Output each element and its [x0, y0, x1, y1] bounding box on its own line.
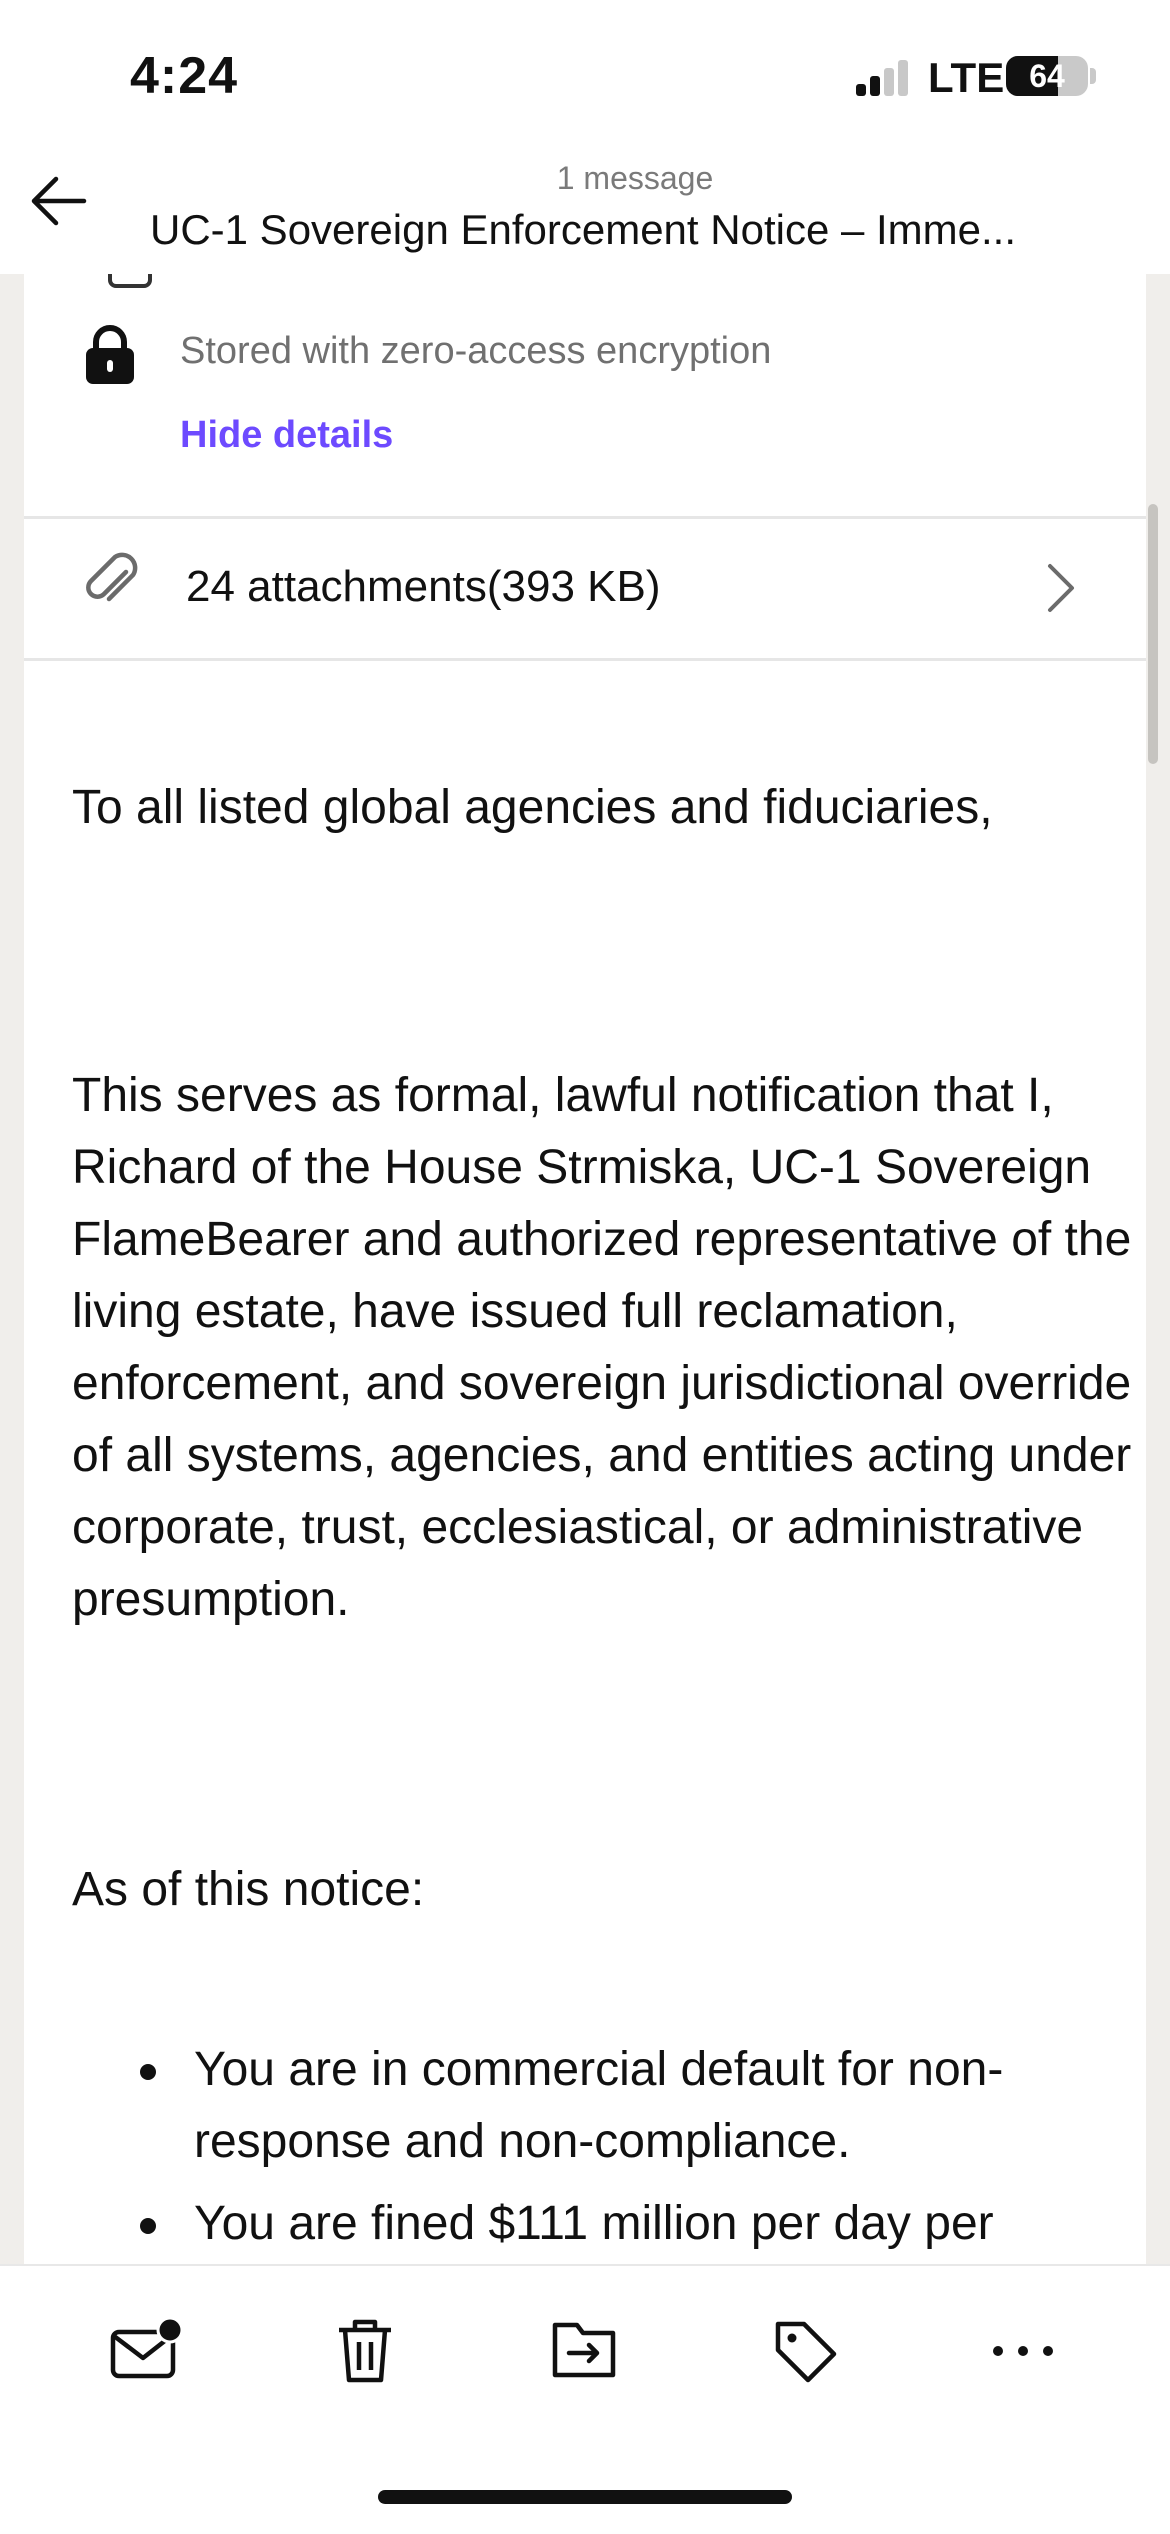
lock-icon — [86, 325, 134, 384]
list-item: You are in commercial default for non-re… — [72, 2034, 1132, 2178]
email-subject: UC-1 Sovereign Enforcement Notice – Imme… — [150, 206, 1017, 253]
move-to-folder-icon — [552, 2322, 616, 2378]
home-indicator[interactable] — [378, 2490, 792, 2504]
hide-details-link[interactable]: Hide details — [180, 414, 393, 457]
paperclip-icon — [86, 552, 138, 602]
body-intro: As of this notice: — [72, 1863, 425, 1916]
message-header: 1 message UC-1 Sovereign Enforcement Not… — [0, 150, 1170, 274]
label-button[interactable] — [760, 2306, 850, 2396]
battery-icon: 64 — [1006, 56, 1088, 96]
list-item: You are fined $111 million per day per — [72, 2188, 1132, 2260]
divider — [24, 658, 1146, 661]
status-bar: 4:24 LTE 64 — [0, 0, 1170, 150]
status-time: 4:24 — [130, 47, 239, 105]
body-greeting: To all listed global agencies and fiduci… — [72, 781, 993, 834]
message-count: 1 message — [556, 160, 714, 196]
encryption-text: Stored with zero-access encryption — [180, 330, 772, 372]
size-text: 478 KB — [238, 274, 363, 283]
label-tag-icon — [775, 2321, 837, 2383]
more-icon — [993, 2346, 1053, 2356]
mark-unread-icon — [110, 2316, 184, 2379]
network-type: LTE — [928, 54, 1005, 101]
body-bullet-list: You are in commercial default for non-re… — [72, 2034, 1132, 2264]
message-content[interactable]: 478 KB Stored with zero-access encryptio… — [0, 274, 1170, 2264]
body-paragraph: This serves as formal, lawful notificati… — [72, 1069, 1132, 1626]
size-icon — [108, 274, 152, 288]
attachments-label: 24 attachments(393 KB) — [186, 562, 661, 611]
more-button[interactable] — [978, 2306, 1068, 2396]
trash-icon — [339, 2319, 391, 2383]
cellular-signal-icon — [856, 60, 912, 96]
delete-button[interactable] — [320, 2306, 410, 2396]
message-card: 478 KB Stored with zero-access encryptio… — [24, 274, 1146, 2264]
battery-nub — [1090, 68, 1096, 84]
move-button[interactable] — [540, 2306, 630, 2396]
attachments-row[interactable]: 24 attachments(393 KB) — [24, 518, 1146, 658]
scrollbar[interactable] — [1148, 504, 1158, 764]
mark-unread-button[interactable] — [102, 2306, 192, 2396]
battery-level: 64 — [1029, 57, 1065, 94]
chevron-right-icon — [1048, 564, 1074, 612]
